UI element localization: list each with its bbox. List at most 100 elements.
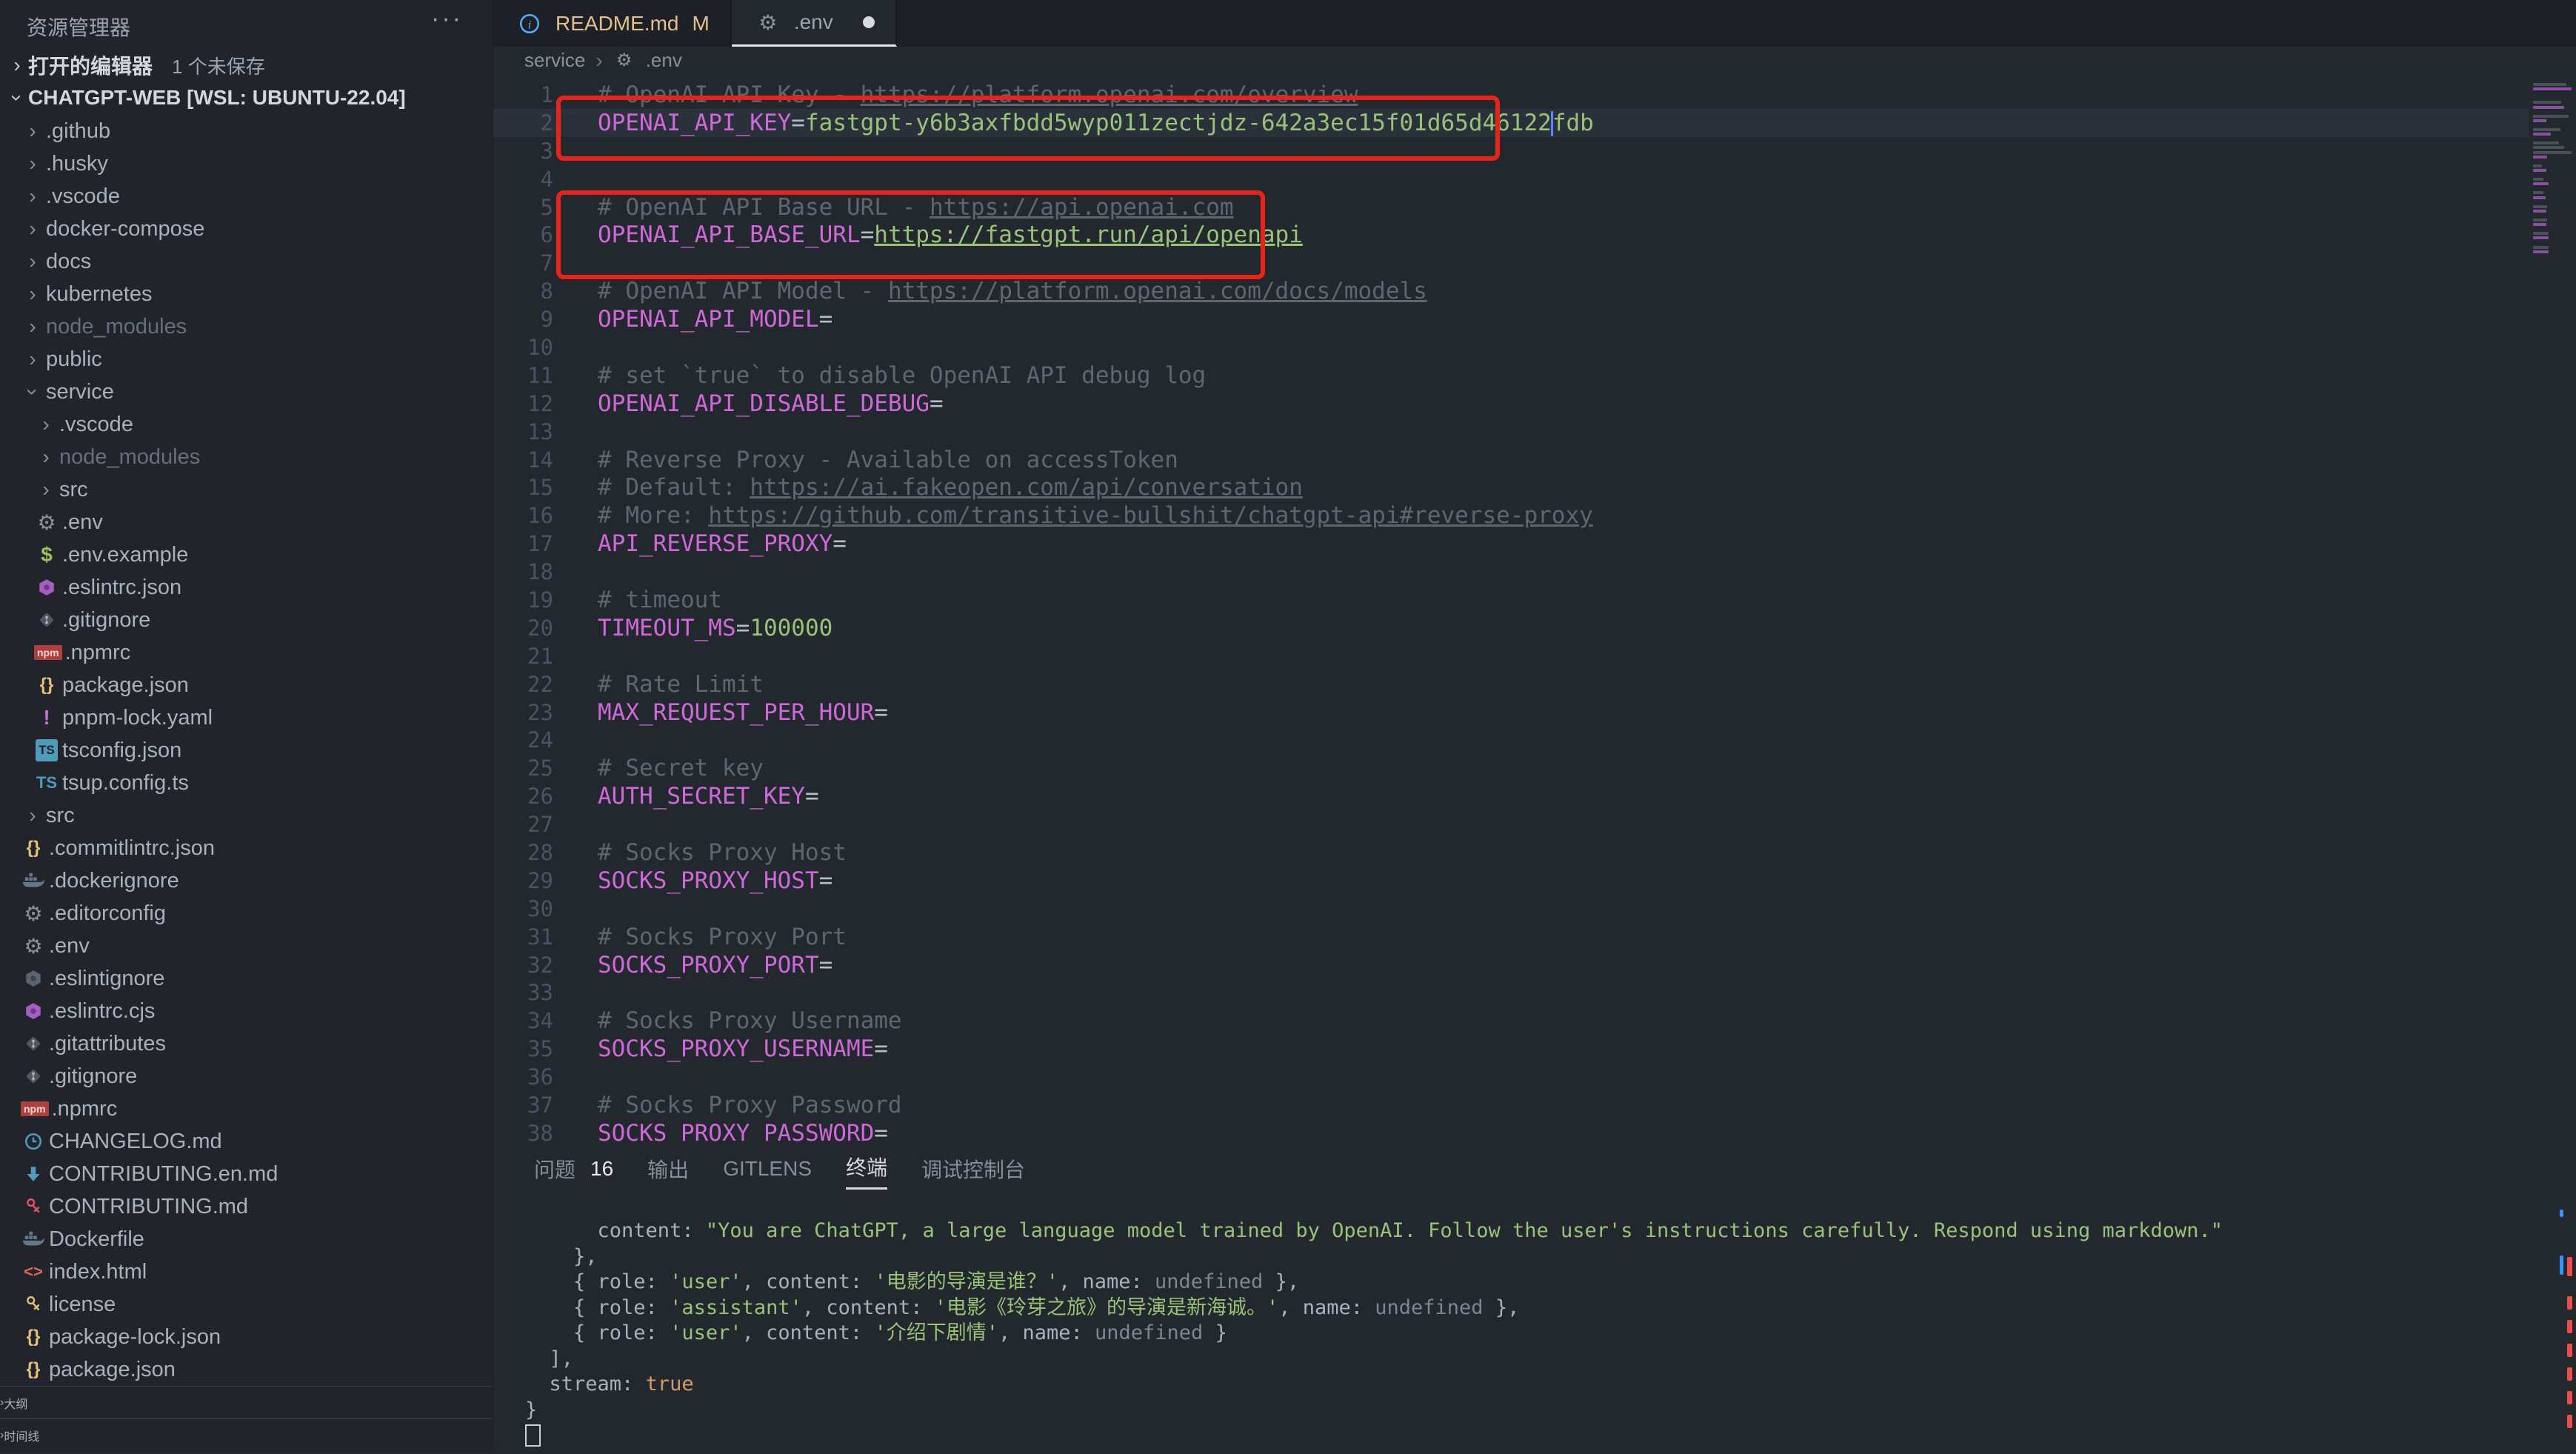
tree-file-.commitlintrc.json[interactable]: {}.commitlintrc.json (0, 832, 493, 864)
code-line-15[interactable]: 15# Default: https://ai.fakeopen.com/api… (493, 473, 2529, 501)
panel-tab-终端[interactable]: 终端 (846, 1146, 887, 1190)
tree-file-package.json[interactable]: {}package.json (0, 669, 493, 701)
code-line-37[interactable]: 37# Socks Proxy Password (493, 1091, 2529, 1119)
code-line-21[interactable]: 21 (493, 642, 2529, 670)
tab-label: README.md (555, 12, 678, 36)
tree-folder-docs[interactable]: ›docs (0, 245, 493, 278)
tree-file-license[interactable]: license (0, 1288, 493, 1321)
code-line-23[interactable]: 23MAX_REQUEST_PER_HOUR= (493, 698, 2529, 727)
minimap-line (2533, 169, 2546, 172)
tree-folder-public[interactable]: ›public (0, 343, 493, 376)
terminal-output[interactable]: content: "You are ChatGPT, a large langu… (525, 1218, 2223, 1454)
tree-file-.npmrc[interactable]: npm.npmrc (0, 1093, 493, 1125)
git-icon (31, 610, 62, 630)
breadcrumb-item-service[interactable]: service (524, 49, 585, 72)
tree-folder-docker-compose[interactable]: ›docker-compose (0, 213, 493, 245)
code-line-11[interactable]: 11# set `true` to disable OpenAI API deb… (493, 361, 2529, 390)
code-line-31[interactable]: 31# Socks Proxy Port (493, 923, 2529, 951)
code-line-30[interactable]: 30 (493, 895, 2529, 923)
code-line-34[interactable]: 34# Socks Proxy Username (493, 1007, 2529, 1035)
unsaved-dot-icon[interactable] (863, 16, 875, 28)
code-line-32[interactable]: 32SOCKS_PROXY_PORT= (493, 951, 2529, 979)
code-line-20[interactable]: 20TIMEOUT_MS=100000 (493, 614, 2529, 642)
minimap[interactable] (2529, 74, 2576, 1144)
code-line-8[interactable]: 8# OpenAI API Model - https://platform.o… (493, 277, 2529, 305)
code-line-36[interactable]: 36 (493, 1063, 2529, 1091)
code-line-35[interactable]: 35SOCKS_PROXY_USERNAME= (493, 1035, 2529, 1063)
tree-file-.eslintignore[interactable]: .eslintignore (0, 962, 493, 995)
tree-file-CONTRIBUTING.en.md[interactable]: CONTRIBUTING.en.md (0, 1158, 493, 1190)
tree-file-package-lock.json[interactable]: {}package-lock.json (0, 1321, 493, 1353)
tree-folder-src[interactable]: ›src (0, 473, 493, 506)
panel-tab-GITLENS[interactable]: GITLENS (723, 1146, 812, 1190)
gear-icon: ⚙ (31, 510, 62, 535)
tree-folder-kubernetes[interactable]: ›kubernetes (0, 278, 493, 310)
tree-file-.editorconfig[interactable]: ⚙.editorconfig (0, 897, 493, 930)
tree-file-package.json[interactable]: {}package.json (0, 1353, 493, 1386)
tree-file-index.html[interactable]: <>index.html (0, 1255, 493, 1288)
tree-file-.eslintrc.json[interactable]: .eslintrc.json (0, 571, 493, 604)
code-line-28[interactable]: 28# Socks Proxy Host (493, 838, 2529, 867)
tree-folder-src[interactable]: ›src (0, 799, 493, 832)
minimap-line (2533, 146, 2564, 149)
code-editor[interactable]: 1# OpenAI API Key - https://platform.ope… (493, 74, 2576, 1144)
tree-file-.dockerignore[interactable]: .dockerignore (0, 864, 493, 897)
tree-file-tsup.config.ts[interactable]: TStsup.config.ts (0, 767, 493, 799)
code-line-13[interactable]: 13 (493, 418, 2529, 446)
tree-file-pnpm-lock.yaml[interactable]: !pnpm-lock.yaml (0, 701, 493, 734)
timeline-section[interactable]: › 时间线 (0, 1418, 493, 1452)
tree-file-tsconfig.json[interactable]: TStsconfig.json (0, 734, 493, 767)
code-line-19[interactable]: 19# timeout (493, 586, 2529, 614)
tree-file-Dockerfile[interactable]: Dockerfile (0, 1223, 493, 1255)
line-number: 34 (493, 1008, 553, 1033)
outline-section[interactable]: › 大纲 (0, 1386, 493, 1419)
tree-file-.gitattributes[interactable]: .gitattributes (0, 1027, 493, 1060)
tree-file-CHANGELOG.md[interactable]: CHANGELOG.md (0, 1125, 493, 1158)
terminal-line: ], (525, 1347, 2223, 1373)
open-editors-section[interactable]: › 打开的编辑器 1 个未保存 (0, 49, 493, 81)
tree-file-CONTRIBUTING.md[interactable]: CONTRIBUTING.md (0, 1190, 493, 1223)
line-number: 8 (493, 279, 553, 304)
code-line-16[interactable]: 16# More: https://github.com/transitive-… (493, 501, 2529, 530)
code-line-17[interactable]: 17API_REVERSE_PROXY= (493, 530, 2529, 558)
code-line-22[interactable]: 22# Rate Limit (493, 670, 2529, 698)
tree-folder-.github[interactable]: ›.github (0, 115, 493, 147)
tree-file-.npmrc[interactable]: npm.npmrc (0, 636, 493, 669)
panel-tab-输出[interactable]: 输出 (647, 1146, 689, 1190)
code-line-26[interactable]: 26AUTH_SECRET_KEY= (493, 782, 2529, 810)
code-line-38[interactable]: 38SOCKS_PROXY_PASSWORD= (493, 1119, 2529, 1144)
tree-folder-.vscode[interactable]: ›.vscode (0, 408, 493, 441)
code-line-24[interactable]: 24 (493, 726, 2529, 754)
tree-file-.env[interactable]: ⚙.env (0, 506, 493, 538)
tab-README.md[interactable]: iREADME.mdM (493, 0, 732, 47)
code-line-12[interactable]: 12OPENAI_API_DISABLE_DEBUG= (493, 390, 2529, 418)
panel-tab-问题[interactable]: 问题16 (534, 1146, 613, 1190)
tree-folder-service[interactable]: ›service (0, 376, 493, 408)
code-line-25[interactable]: 25# Secret key (493, 754, 2529, 782)
panel-tab-调试控制台[interactable]: 调试控制台 (921, 1146, 1025, 1190)
code-line-18[interactable]: 18 (493, 558, 2529, 586)
tree-file-.env.example[interactable]: $.env.example (0, 538, 493, 571)
code-line-33[interactable]: 33 (493, 979, 2529, 1007)
tree-file-.gitignore[interactable]: .gitignore (0, 604, 493, 636)
breadcrumb-item-.env[interactable]: .env (646, 49, 682, 72)
tree-folder-.vscode[interactable]: ›.vscode (0, 180, 493, 213)
tree-file-.gitignore[interactable]: .gitignore (0, 1060, 493, 1093)
code-line-10[interactable]: 10 (493, 333, 2529, 361)
code-line-4[interactable]: 4 (493, 165, 2529, 193)
tree-item-label: src (59, 478, 88, 502)
tree-folder-node_modules[interactable]: ›node_modules (0, 310, 493, 343)
code-line-9[interactable]: 9OPENAI_API_MODEL= (493, 305, 2529, 333)
code-line-27[interactable]: 27 (493, 810, 2529, 838)
code-line-14[interactable]: 14# Reverse Proxy - Available on accessT… (493, 446, 2529, 474)
tree-file-.eslintrc.cjs[interactable]: .eslintrc.cjs (0, 995, 493, 1027)
code-line-29[interactable]: 29SOCKS_PROXY_HOST= (493, 867, 2529, 895)
project-root-section[interactable]: › CHATGPT-WEB [WSL: UBUNTU-22.04] (0, 81, 493, 114)
tree-folder-node_modules[interactable]: ›node_modules (0, 441, 493, 473)
tree-file-.env[interactable]: ⚙.env (0, 930, 493, 962)
tree-folder-.husky[interactable]: ›.husky (0, 147, 493, 180)
bottom-panel: 问题16输出GITLENS终端调试控制台 content: "You are C… (493, 1144, 2576, 1441)
tab-.env[interactable]: ⚙.env (732, 0, 897, 47)
line-number: 3 (493, 139, 553, 164)
more-actions-icon[interactable]: ··· (431, 4, 463, 33)
